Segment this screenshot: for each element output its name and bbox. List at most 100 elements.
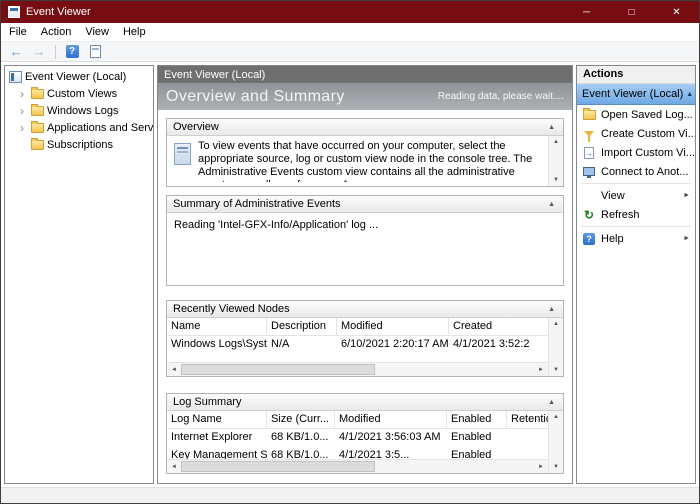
column-header-modified[interactable]: Modified — [335, 411, 447, 429]
collapse-icon[interactable]: ▲ — [683, 91, 693, 98]
admin-summary-title: Summary of Administrative Events — [173, 198, 341, 210]
action-connect-another-computer[interactable]: Connect to Anot... — [577, 162, 695, 181]
cell-log-name: Internet Explorer — [171, 431, 253, 443]
console-tree-panel: Event Viewer (Local) › Custom Views › Wi… — [4, 65, 154, 484]
forward-button[interactable]: → — [29, 43, 49, 60]
chevron-right-icon[interactable]: › — [20, 105, 28, 117]
action-refresh[interactable]: ↻ Refresh — [577, 205, 695, 224]
cell-enabled: Enabled — [451, 431, 492, 443]
recent-nodes-title: Recently Viewed Nodes — [173, 303, 290, 315]
scrollbar-thumb[interactable] — [180, 461, 376, 472]
action-help[interactable]: ? Help ► — [577, 229, 695, 248]
overview-vertical-scrollbar[interactable]: ▲ ▼ — [548, 136, 563, 186]
admin-summary-header[interactable]: Summary of Administrative Events ▲ — [167, 196, 563, 213]
scroll-down-icon[interactable]: ▼ — [553, 174, 559, 186]
column-header-retention[interactable]: Retention — [507, 411, 552, 429]
table-row[interactable]: Windows Logs\System N/A 6/10/2021 2:20:1… — [167, 336, 548, 354]
tree-item-subscriptions[interactable]: Subscriptions — [5, 136, 153, 153]
cell-retention — [507, 447, 548, 459]
menu-action[interactable]: Action — [34, 24, 79, 40]
scrollbar-track[interactable] — [180, 363, 534, 376]
recent-horizontal-scrollbar[interactable]: ◄ ► — [167, 362, 548, 376]
action-view[interactable]: View ► — [577, 186, 695, 205]
overview-banner: Overview and Summary Reading data, pleas… — [158, 83, 572, 110]
log-summary-vertical-scrollbar[interactable]: ▲ ▼ — [548, 411, 563, 473]
actions-panel-title: Actions — [577, 66, 695, 84]
column-header-log-name[interactable]: Log Name — [167, 411, 267, 429]
scroll-right-icon[interactable]: ► — [534, 464, 548, 470]
minimize-button[interactable]: ─ — [564, 1, 609, 23]
cell-name: Windows Logs\System — [171, 338, 267, 350]
action-label: Refresh — [601, 208, 640, 221]
maximize-button[interactable]: □ — [609, 1, 654, 23]
app-icon — [8, 6, 20, 18]
cell-description: N/A — [271, 338, 290, 350]
menu-file[interactable]: File — [2, 24, 34, 40]
action-label: Import Custom Vi... — [601, 146, 695, 159]
overview-section-header[interactable]: Overview ▲ — [167, 119, 563, 136]
help-topics-button[interactable]: ? — [62, 43, 82, 60]
log-summary-title: Log Summary — [173, 396, 242, 408]
action-create-custom-view[interactable]: Create Custom Vi... — [577, 124, 695, 143]
forward-icon: → — [32, 44, 46, 59]
cell-size: 68 KB/1.0... — [271, 449, 329, 459]
tree-item-label: Custom Views — [47, 87, 118, 100]
recent-nodes-section: Recently Viewed Nodes ▲ Name Description… — [166, 300, 564, 377]
back-button[interactable]: ← — [6, 43, 26, 60]
column-header-enabled[interactable]: Enabled — [447, 411, 507, 429]
recent-table-header: Name Description Modified Created — [167, 318, 552, 336]
actions-group-event-viewer[interactable]: Event Viewer (Local) ▲ — [577, 84, 695, 105]
chevron-right-icon[interactable]: › — [20, 88, 28, 100]
scroll-down-icon[interactable]: ▼ — [553, 364, 559, 376]
scroll-left-icon[interactable]: ◄ — [167, 367, 181, 373]
cell-created: 4/1/2021 3:52:2 — [453, 338, 530, 350]
menu-help[interactable]: Help — [116, 24, 153, 40]
action-import-custom-view[interactable]: Import Custom Vi... — [577, 143, 695, 162]
overview-section: Overview ▲ To view events that have occu… — [166, 118, 564, 187]
scroll-left-icon[interactable]: ◄ — [167, 464, 181, 470]
console-tree-button[interactable] — [85, 43, 105, 60]
tree-root-event-viewer[interactable]: Event Viewer (Local) — [5, 68, 153, 85]
tree-item-applications-services-logs[interactable]: › Applications and Services Lo — [5, 119, 153, 136]
recent-vertical-scrollbar[interactable]: ▲ ▼ — [548, 318, 563, 376]
log-summary-header[interactable]: Log Summary ▲ — [167, 394, 563, 411]
close-button[interactable]: ✕ — [654, 1, 699, 23]
collapse-icon[interactable]: ▲ — [546, 201, 557, 208]
scrollbar-track[interactable] — [180, 460, 534, 473]
overview-section-body: To view events that have occurred on you… — [167, 136, 563, 186]
table-row[interactable]: Internet Explorer 68 KB/1.0... 4/1/2021 … — [167, 429, 548, 447]
log-summary-rows: Internet Explorer 68 KB/1.0... 4/1/2021 … — [167, 429, 548, 459]
table-row[interactable]: Key Management Servi 68 KB/1.0... 4/1/20… — [167, 447, 548, 459]
column-header-description[interactable]: Description — [267, 318, 337, 336]
scroll-down-icon[interactable]: ▼ — [553, 461, 559, 473]
menu-view[interactable]: View — [78, 24, 116, 40]
log-summary-horizontal-scrollbar[interactable]: ◄ ► — [167, 459, 548, 473]
column-header-name[interactable]: Name — [167, 318, 267, 336]
computer-icon — [582, 167, 596, 178]
tree-root-label: Event Viewer (Local) — [25, 70, 127, 83]
toolbar-separator — [55, 44, 56, 59]
tree-item-windows-logs[interactable]: › Windows Logs — [5, 102, 153, 119]
tree-item-label: Subscriptions — [47, 138, 114, 151]
collapse-icon[interactable]: ▲ — [546, 124, 557, 131]
log-summary-section: Log Summary ▲ Log Name Size (Curr... Mod… — [166, 393, 564, 474]
banner-title: Overview and Summary — [166, 87, 345, 105]
recent-nodes-body: Name Description Modified Created Window… — [167, 318, 563, 376]
scroll-up-icon[interactable]: ▲ — [553, 318, 559, 330]
collapse-icon[interactable]: ▲ — [546, 306, 557, 313]
scroll-up-icon[interactable]: ▲ — [553, 411, 559, 423]
chevron-right-icon[interactable]: › — [20, 122, 28, 134]
scroll-up-icon[interactable]: ▲ — [553, 136, 559, 148]
scrollbar-thumb[interactable] — [180, 364, 376, 375]
scroll-right-icon[interactable]: ► — [534, 367, 548, 373]
column-header-size[interactable]: Size (Curr... — [267, 411, 335, 429]
column-header-created[interactable]: Created — [449, 318, 552, 336]
collapse-icon[interactable]: ▲ — [546, 399, 557, 406]
action-open-saved-log[interactable]: Open Saved Log... — [577, 105, 695, 124]
tree-item-custom-views[interactable]: › Custom Views — [5, 85, 153, 102]
recent-nodes-header[interactable]: Recently Viewed Nodes ▲ — [167, 301, 563, 318]
overview-inner: To view events that have occurred on you… — [167, 136, 548, 186]
action-label: View — [601, 189, 625, 202]
refresh-icon: ↻ — [583, 207, 595, 222]
column-header-modified[interactable]: Modified — [337, 318, 449, 336]
